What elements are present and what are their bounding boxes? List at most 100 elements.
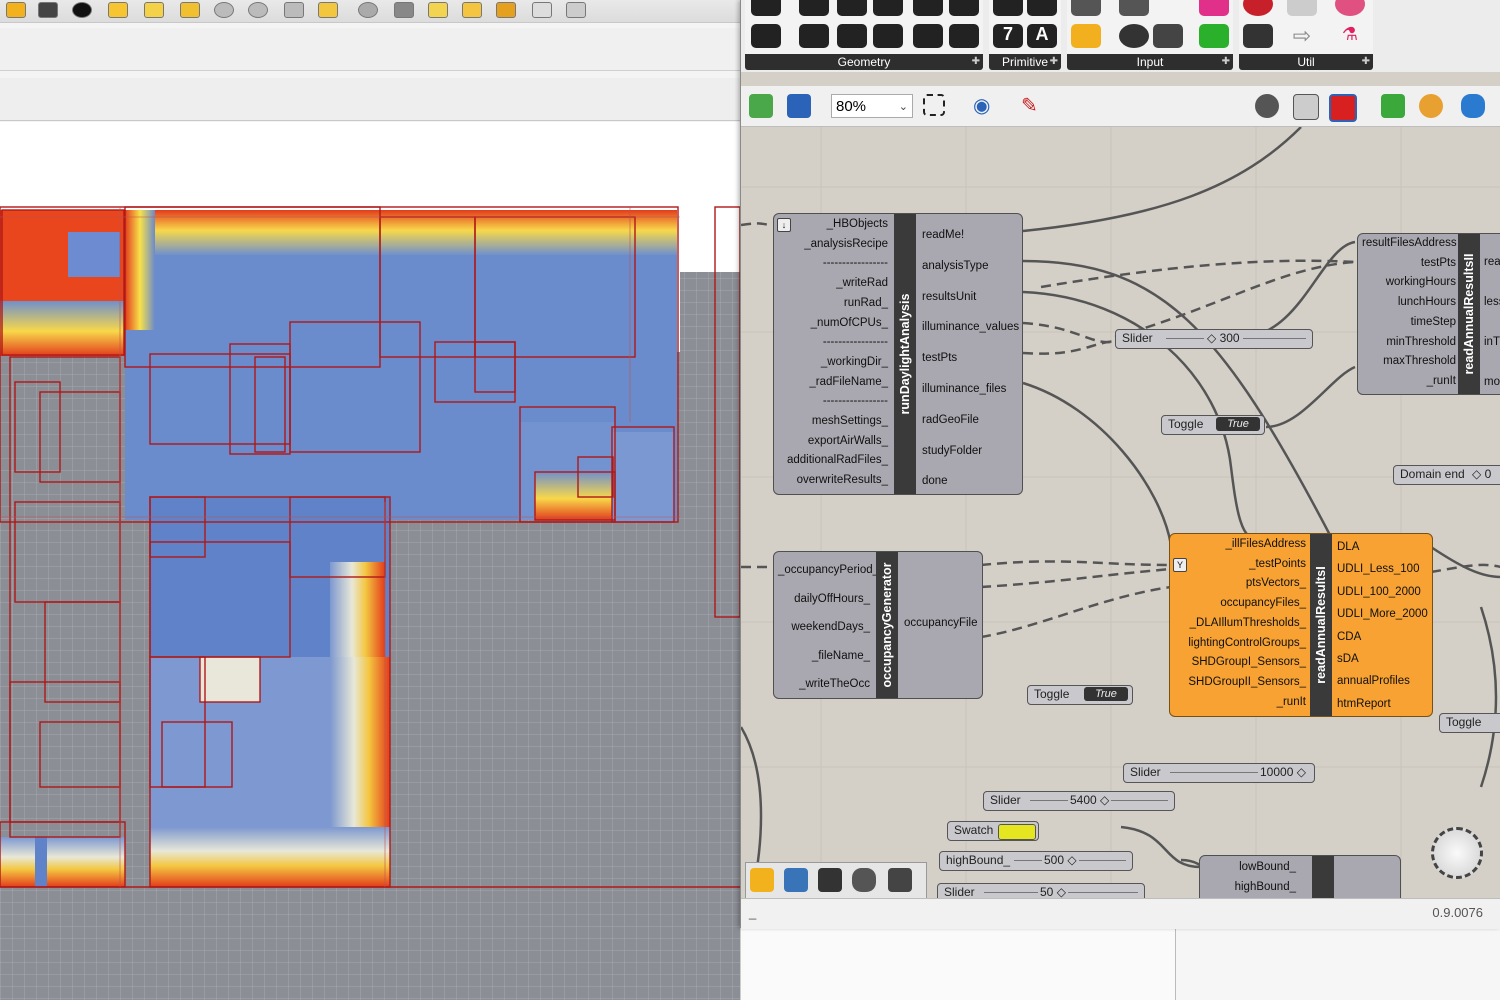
panel-icon[interactable]	[818, 868, 842, 892]
rhino-tool-icon[interactable]	[428, 2, 448, 18]
input-param[interactable]: _illFilesAddress	[1182, 535, 1306, 555]
input-param[interactable]: SHDGroupI_Sensors_	[1182, 653, 1306, 673]
rhino-tool-icon[interactable]	[462, 2, 482, 18]
geometry-icon[interactable]	[799, 0, 829, 16]
input-param[interactable]: runRad_	[784, 294, 888, 314]
cherries-icon[interactable]	[1243, 0, 1273, 16]
flask-icon[interactable]: ⚗	[1335, 24, 1365, 48]
grasshopper-canvas[interactable]: ↓ _HBObjects _analysisRecipe -----------…	[741, 127, 1500, 898]
input-param[interactable]: _occupancyPeriod_	[778, 556, 879, 585]
output-param[interactable]: testPts	[922, 343, 1019, 374]
geometry-icon[interactable]	[873, 0, 903, 16]
toggle-value[interactable]: True	[1216, 417, 1260, 431]
rhino-tool-icon[interactable]	[394, 2, 414, 18]
input-param[interactable]: workingHours	[1362, 273, 1456, 293]
color-swatch[interactable]: Swatch	[947, 821, 1039, 841]
tree-icon[interactable]	[1243, 24, 1273, 48]
ribbon-group-label[interactable]: Geometry ✚	[745, 54, 983, 70]
input-param[interactable]: SHDGroupII_Sensors_	[1182, 673, 1306, 693]
rhino-tool-icon[interactable]	[214, 2, 234, 18]
input-param[interactable]: timeStep	[1362, 313, 1456, 333]
input-param[interactable]: overwriteResults_	[784, 471, 888, 491]
rhino-command-prompt[interactable]	[0, 78, 740, 121]
rhino-tool-icon[interactable]	[6, 2, 26, 18]
line-icon[interactable]	[837, 24, 867, 48]
hexagon-icon[interactable]	[852, 868, 876, 892]
output-param[interactable]: CDA	[1337, 626, 1428, 648]
sketch-pen-icon[interactable]: ✎	[1021, 94, 1045, 118]
value-list-icon[interactable]	[1153, 24, 1183, 48]
brep-icon[interactable]	[913, 24, 943, 48]
rhino-tool-icon[interactable]	[72, 2, 92, 18]
preview-mode-icon[interactable]	[1255, 94, 1279, 118]
input-icon[interactable]	[1071, 0, 1101, 16]
rhino-tool-icon[interactable]	[358, 2, 378, 18]
ribbon-group-label[interactable]: Primitive ✚	[989, 54, 1061, 70]
surface-icon[interactable]	[873, 24, 903, 48]
output-param[interactable]: htmReport	[1337, 693, 1428, 715]
toggle-runit[interactable]: Toggle True	[1161, 415, 1265, 435]
output-param[interactable]: UDLI_More_2000	[1337, 603, 1428, 625]
geometry-icon[interactable]	[751, 0, 781, 16]
util-icon[interactable]	[1335, 0, 1365, 16]
output-param[interactable]: less	[1484, 282, 1500, 322]
output-param[interactable]: mor	[1484, 362, 1500, 402]
zoom-select[interactable]: 80% ⌄	[831, 94, 913, 118]
input-param[interactable]: testPts	[1362, 254, 1456, 274]
input-icon[interactable]	[1119, 0, 1149, 16]
occupancy-generator-component[interactable]: _occupancyPeriod_ dailyOffHours_ weekend…	[773, 551, 983, 699]
output-param[interactable]: illuminance_files	[922, 374, 1019, 405]
input-param[interactable]: _fileName_	[778, 642, 870, 671]
curve-icon[interactable]	[799, 24, 829, 48]
output-param[interactable]: occupancyFile	[904, 614, 978, 634]
output-param[interactable]: radGeoFile	[922, 405, 1019, 436]
gradient-icon[interactable]	[1199, 24, 1229, 48]
geometry-icon[interactable]	[913, 0, 943, 16]
primitive-icon[interactable]	[993, 0, 1023, 16]
rhino-tool-icon[interactable]	[38, 2, 58, 18]
slider-5400[interactable]: Slider 5400 ◇	[983, 791, 1175, 811]
arrow-icon[interactable]	[1287, 0, 1317, 16]
graph-mapper-icon[interactable]	[750, 868, 774, 892]
toggle-value[interactable]: True	[1084, 687, 1128, 701]
rhino-tool-icon[interactable]	[532, 2, 552, 18]
text-icon[interactable]: A	[1027, 24, 1057, 48]
output-param[interactable]: UDLI_100_2000	[1337, 581, 1428, 603]
output-param[interactable]: inTh	[1484, 322, 1500, 362]
input-icon[interactable]	[1199, 0, 1229, 16]
input-param[interactable]: meshSettings_	[784, 412, 888, 432]
mesh-settings-icon[interactable]	[1461, 94, 1485, 118]
input-param[interactable]: maxThreshold	[1362, 352, 1456, 372]
input-param[interactable]: minThreshold	[1362, 333, 1456, 353]
input-param[interactable]: _workingDir_	[784, 353, 888, 373]
rhino-tool-icon[interactable]	[108, 2, 128, 18]
save-icon[interactable]	[787, 94, 811, 118]
input-param[interactable]: highBound_	[1204, 878, 1296, 898]
slider-highbound[interactable]: highBound_ 500 ◇	[939, 851, 1133, 871]
slider-300[interactable]: Slider ◇ 300	[1115, 329, 1313, 349]
wireframe-icon[interactable]	[1293, 94, 1319, 120]
rhino-viewport[interactable]	[0, 122, 768, 1000]
right-arrow-icon[interactable]: ⇨	[1287, 24, 1317, 48]
input-param[interactable]: _writeRad	[784, 274, 888, 294]
toggle-3[interactable]: Toggle	[1439, 713, 1500, 733]
download-icon[interactable]	[888, 868, 912, 892]
slider-50[interactable]: Slider 50 ◇	[937, 883, 1145, 898]
output-param[interactable]: UDLI_Less_100	[1337, 558, 1428, 580]
graph-mapper-icon[interactable]	[1071, 24, 1101, 48]
rhino-tool-icon[interactable]	[566, 2, 586, 18]
rhino-tool-icon[interactable]	[496, 2, 516, 18]
output-param[interactable]: DLA	[1337, 536, 1428, 558]
run-daylight-analysis-component[interactable]: ↓ _HBObjects _analysisRecipe -----------…	[773, 213, 1023, 495]
input-param[interactable]: ptsVectors_	[1182, 574, 1306, 594]
output-param[interactable]: resultsUnit	[922, 282, 1019, 313]
domain-end[interactable]: Domain end ◇ 0	[1393, 465, 1500, 485]
input-param[interactable]: lunchHours	[1362, 293, 1456, 313]
input-param[interactable]: lightingControlGroups_	[1182, 634, 1306, 654]
input-param[interactable]: _writeTheOcc	[778, 670, 870, 699]
input-param[interactable]: weekendDays_	[778, 613, 870, 642]
zoom-extents-icon[interactable]	[923, 94, 945, 116]
output-param[interactable]: readMe!	[922, 220, 1019, 251]
read-annual-results-ii-component[interactable]: resultFilesAddress testPts workingHours …	[1357, 233, 1500, 395]
input-param[interactable]: occupancyFiles_	[1182, 594, 1306, 614]
